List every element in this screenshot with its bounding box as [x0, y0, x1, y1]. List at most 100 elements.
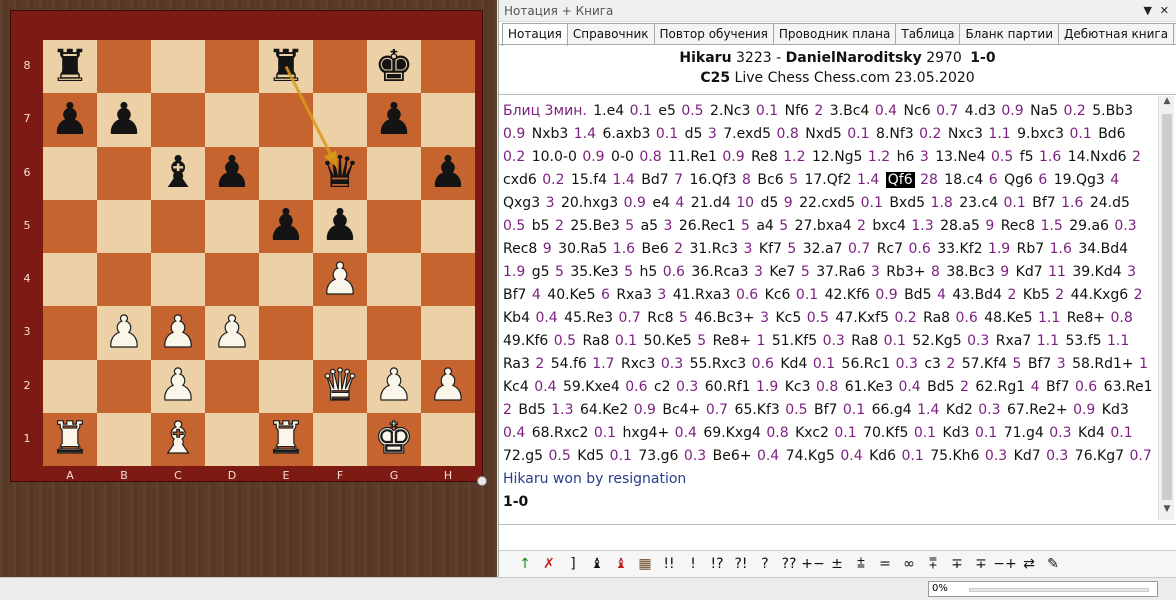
square-c4[interactable] [151, 253, 205, 307]
annotation-button-12[interactable]: +− [801, 556, 825, 572]
move[interactable]: Bc4+ [662, 402, 700, 418]
move[interactable]: Kc6 [765, 287, 791, 303]
move[interactable]: 24.d5 [1090, 195, 1130, 211]
move[interactable]: e5 [658, 103, 676, 119]
move[interactable]: 10.0-0 [532, 149, 577, 165]
move[interactable]: 21.d4 [691, 195, 731, 211]
move[interactable]: Bd6 [1098, 126, 1125, 142]
move[interactable]: 59.Kxe4 [563, 379, 620, 395]
square-a5[interactable] [43, 199, 97, 253]
move[interactable]: 46.Bc3+ [694, 310, 754, 326]
move[interactable]: 19.Qg3 [1054, 172, 1105, 188]
move[interactable]: 4.d3 [965, 103, 996, 119]
move[interactable]: Ra8 [582, 333, 609, 349]
move[interactable]: Rc7 [877, 241, 903, 257]
square-e6[interactable] [259, 146, 313, 200]
move[interactable]: 60.Rf1 [705, 379, 751, 395]
move[interactable]: c2 [654, 379, 671, 395]
move[interactable]: 41.Rxa3 [673, 287, 731, 303]
move[interactable]: 12.Ng5 [812, 149, 863, 165]
move[interactable]: 38.Bc3 [946, 264, 994, 280]
move[interactable]: 65.Kf3 [735, 402, 780, 418]
white-queen-icon[interactable]: ♛ [320, 363, 361, 408]
move[interactable]: Ra3 [503, 356, 530, 372]
white-pawn-icon[interactable]: ♟ [158, 363, 199, 408]
move[interactable]: 52.Kg5 [912, 333, 961, 349]
square-c2[interactable]: ♟ [151, 359, 205, 413]
move[interactable]: Kd4 [1078, 425, 1105, 441]
move[interactable]: 33.Kf2 [937, 241, 982, 257]
move[interactable]: Rc8 [647, 310, 673, 326]
move[interactable]: Ra8 [923, 310, 950, 326]
move[interactable]: 45.Re3 [564, 310, 613, 326]
move[interactable]: 32.a7 [803, 241, 843, 257]
move[interactable]: c3 [924, 356, 941, 372]
move[interactable]: Bd5 [927, 379, 954, 395]
move[interactable]: 23.c4 [959, 195, 998, 211]
move[interactable]: Kd3 [1102, 402, 1129, 418]
move[interactable]: 68.Rxc2 [532, 425, 589, 441]
annotation-button-15[interactable]: = [873, 556, 897, 572]
move[interactable]: 69.Kxg4 [703, 425, 761, 441]
move[interactable]: 54.f6 [551, 356, 587, 372]
annotation-button-3[interactable]: ♝ [585, 556, 609, 572]
move[interactable]: 47.Kxf5 [835, 310, 889, 326]
move[interactable]: 43.Bd4 [952, 287, 1002, 303]
notation-text[interactable]: Блиц 3мин. 1.e4 0.1 e5 0.5 2.Nc3 0.1 Nf6… [503, 100, 1155, 514]
square-d3[interactable]: ♟ [205, 306, 259, 360]
square-b2[interactable] [97, 359, 151, 413]
move[interactable]: 61.Ke3 [845, 379, 893, 395]
move[interactable]: 58.Rd1+ [1072, 356, 1134, 372]
move[interactable]: Kf7 [759, 241, 782, 257]
move[interactable]: Rxc3 [621, 356, 655, 372]
move[interactable]: g5 [532, 264, 550, 280]
square-c8[interactable] [151, 40, 205, 94]
square-h1[interactable] [421, 412, 475, 466]
move[interactable]: 2.Nc3 [710, 103, 750, 119]
annotation-button-8[interactable]: !? [705, 556, 729, 572]
square-b6[interactable] [97, 146, 151, 200]
move[interactable]: Kb4 [503, 310, 530, 326]
move[interactable]: 70.Kf5 [863, 425, 908, 441]
move[interactable]: 8.Nf3 [876, 126, 914, 142]
black-king-icon[interactable]: ♚ [374, 44, 413, 89]
square-c5[interactable] [151, 199, 205, 253]
scroll-down-icon[interactable]: ▼ [1159, 504, 1175, 520]
square-a7[interactable]: ♟ [43, 93, 97, 147]
move[interactable]: Kb5 [1023, 287, 1050, 303]
notation-scrollbar[interactable]: ▲ ▼ [1158, 96, 1174, 520]
move[interactable]: 42.Kf6 [825, 287, 870, 303]
square-c6[interactable]: ♝ [151, 146, 205, 200]
move[interactable]: Bf7 [1046, 379, 1069, 395]
move[interactable]: 31.Rc3 [689, 241, 738, 257]
square-e7[interactable] [259, 93, 313, 147]
move[interactable]: 53.f5 [1065, 333, 1101, 349]
scroll-up-icon[interactable]: ▲ [1159, 96, 1175, 112]
move[interactable]: Re8+ [1067, 310, 1105, 326]
square-h3[interactable] [421, 306, 475, 360]
move[interactable]: Kd7 [1014, 448, 1041, 464]
move[interactable]: Bc6 [757, 172, 783, 188]
move[interactable]: Rb3+ [886, 264, 925, 280]
move[interactable]: 50.Ke5 [644, 333, 692, 349]
annotation-button-17[interactable]: ⩱ [921, 556, 945, 572]
move[interactable]: Qxg3 [503, 195, 540, 211]
move[interactable]: 75.Kh6 [930, 448, 979, 464]
move[interactable]: 51.Kf5 [772, 333, 817, 349]
move[interactable]: Rxa3 [616, 287, 652, 303]
move[interactable]: 5.Bb3 [1092, 103, 1133, 119]
white-bishop-icon[interactable]: ♝ [158, 416, 199, 461]
square-e2[interactable] [259, 359, 313, 413]
move[interactable]: 63.Re1 [1104, 379, 1153, 395]
move[interactable]: Kd6 [869, 448, 896, 464]
move[interactable]: Nxc3 [948, 126, 983, 142]
move[interactable]: Rec8 [1001, 218, 1035, 234]
scroll-thumb[interactable] [1162, 114, 1172, 500]
move[interactable]: 28.a5 [940, 218, 980, 234]
annotation-button-22[interactable]: ✎ [1041, 556, 1065, 572]
white-king-icon[interactable]: ♚ [374, 416, 415, 461]
square-e5[interactable]: ♟ [259, 199, 313, 253]
square-d5[interactable] [205, 199, 259, 253]
move[interactable]: Kd3 [943, 425, 970, 441]
move[interactable]: 40.Ke5 [547, 287, 595, 303]
